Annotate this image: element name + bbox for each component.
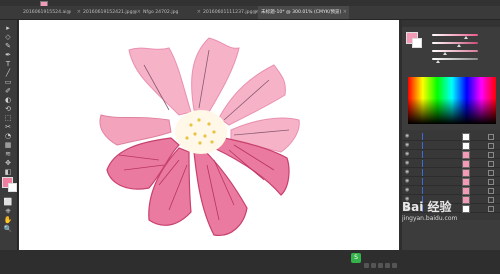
brush-tool-icon[interactable]: ✒ bbox=[3, 51, 13, 59]
ime-icon[interactable] bbox=[371, 263, 376, 268]
color-spectrum[interactable] bbox=[408, 77, 496, 124]
ime-icon[interactable] bbox=[385, 263, 390, 268]
tab-doc-3[interactable]: Nfgo 24702.jpg × bbox=[140, 6, 203, 19]
gradient-tool-icon[interactable]: ✥ bbox=[3, 159, 13, 167]
line-tool-icon[interactable]: ╱ bbox=[3, 69, 13, 77]
pencil-tool-icon[interactable]: ✐ bbox=[3, 87, 13, 95]
blend-tool-icon[interactable]: ◧ bbox=[3, 168, 13, 176]
ime-icon[interactable] bbox=[392, 263, 397, 268]
tab-doc-4[interactable]: 20160601111237.jpg@ × bbox=[200, 6, 261, 19]
close-icon[interactable]: × bbox=[343, 6, 347, 19]
layer-row[interactable]: ◉ bbox=[402, 159, 500, 168]
artboard-canvas[interactable]: S bbox=[19, 20, 399, 268]
stroke-color-swatch[interactable] bbox=[8, 183, 17, 192]
mesh-tool-icon[interactable]: ≋ bbox=[3, 150, 13, 158]
slider-knob[interactable] bbox=[464, 36, 468, 39]
panel-stroke-swatch[interactable] bbox=[412, 38, 422, 48]
artboard-tool-icon[interactable]: ⬜ bbox=[3, 198, 13, 206]
slice-tool-icon[interactable]: ⎈ bbox=[3, 207, 13, 215]
layer-row[interactable]: ◉ bbox=[402, 150, 500, 159]
scale-tool-icon[interactable]: ⬚ bbox=[3, 114, 13, 122]
tab-doc-1[interactable]: 2016061915524.ai@ × bbox=[20, 6, 83, 19]
flower-artwork[interactable] bbox=[19, 20, 399, 250]
pen-tool-icon[interactable]: ✎ bbox=[3, 42, 13, 50]
slider-y[interactable] bbox=[432, 50, 478, 52]
baidu-jingyan-watermark: Bai 经验 jingyan.baidu.com bbox=[402, 200, 458, 222]
graph-tool-icon[interactable]: ▦ bbox=[3, 141, 13, 149]
selection-tool-icon[interactable]: ▸ bbox=[3, 24, 13, 32]
zoom-tool-icon[interactable]: 🔍 bbox=[3, 225, 13, 233]
tab-doc-active[interactable]: 未标题-10* @ 300.01% (CMYK/预览) × bbox=[258, 6, 349, 19]
sogou-ime-icon[interactable]: S bbox=[351, 253, 361, 263]
eye-icon[interactable]: ◉ bbox=[405, 178, 409, 184]
layer-row[interactable]: ◉ bbox=[402, 186, 500, 195]
layer-row[interactable]: ◉ bbox=[402, 168, 500, 177]
direct-select-icon[interactable]: ◇ bbox=[3, 33, 13, 41]
eye-icon[interactable]: ◉ bbox=[405, 169, 409, 175]
slider-knob[interactable] bbox=[436, 60, 440, 63]
layer-row[interactable]: ◉ bbox=[402, 132, 500, 141]
type-tool-icon[interactable]: T bbox=[3, 60, 13, 68]
layer-row[interactable]: ◉ bbox=[402, 177, 500, 186]
rectangle-tool-icon[interactable]: ▭ bbox=[3, 78, 13, 86]
shape-builder-icon[interactable]: ◔ bbox=[3, 132, 13, 140]
ime-icon[interactable] bbox=[364, 263, 369, 268]
eye-icon[interactable]: ◉ bbox=[405, 187, 409, 193]
slider-knob[interactable] bbox=[443, 52, 447, 55]
ime-status-icons bbox=[364, 255, 399, 274]
eye-icon[interactable]: ◉ bbox=[405, 151, 409, 157]
slider-m[interactable] bbox=[432, 42, 478, 44]
blob-tool-icon[interactable]: ◐ bbox=[3, 96, 13, 104]
tools-panel: ▸ ◇ ✎ ✒ T ╱ ▭ ✐ ◐ ⟲ ⬚ ✂ ◔ ▦ ≋ ✥ ◧ ⬜ ⎈ ✋ … bbox=[0, 20, 18, 250]
document-tabs: 2016061915524.ai@ × 20160619152421.jpg@ × … bbox=[0, 6, 500, 20]
layer-row[interactable]: ◉ bbox=[402, 141, 500, 150]
eye-icon[interactable]: ◉ bbox=[405, 142, 409, 148]
slider-knob[interactable] bbox=[457, 44, 461, 47]
color-panel-tabs[interactable] bbox=[402, 20, 500, 27]
tab-doc-2[interactable]: 20160619152421.jpg@ × bbox=[80, 6, 143, 19]
slider-c[interactable] bbox=[432, 34, 478, 36]
ime-icon[interactable] bbox=[378, 263, 383, 268]
flower-center bbox=[175, 110, 227, 154]
scissors-tool-icon[interactable]: ✂ bbox=[3, 123, 13, 131]
eye-icon[interactable]: ◉ bbox=[405, 160, 409, 166]
rotate-tool-icon[interactable]: ⟲ bbox=[3, 105, 13, 113]
hand-tool-icon[interactable]: ✋ bbox=[3, 216, 13, 224]
eye-icon[interactable]: ◉ bbox=[405, 133, 409, 139]
